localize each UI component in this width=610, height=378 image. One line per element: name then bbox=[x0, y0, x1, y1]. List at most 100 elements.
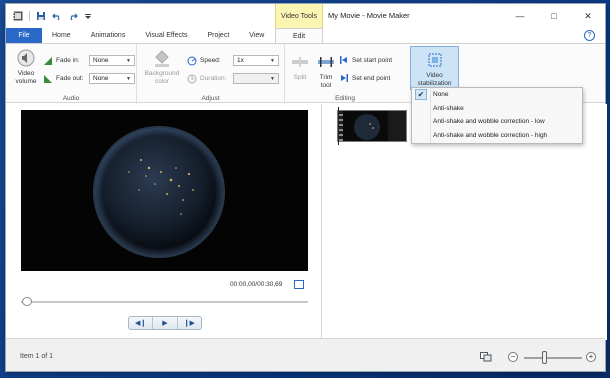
window-title: My Movie - Movie Maker bbox=[328, 11, 410, 20]
duration-row: Duration: ▼ bbox=[187, 73, 279, 84]
group-label-audio: Audio bbox=[62, 95, 80, 102]
set-start-point-label: Set start point bbox=[352, 56, 393, 64]
maximize-button[interactable]: □ bbox=[537, 4, 571, 28]
group-audio: Video volume Fade in: None ▼ Fade out: N… bbox=[6, 44, 137, 104]
fade-out-dropdown[interactable]: None ▼ bbox=[89, 73, 135, 84]
previous-frame-button[interactable]: ◀❙ bbox=[129, 317, 154, 329]
set-end-point-button[interactable]: Set end point bbox=[339, 73, 390, 83]
stabilization-menu: ✔ None Anti-shake Anti-shake and wobble … bbox=[411, 87, 583, 144]
speed-value: 1x bbox=[237, 57, 244, 64]
customize-qat-icon[interactable] bbox=[84, 11, 94, 21]
set-end-point-label: Set end point bbox=[352, 74, 391, 82]
title-bar: Video Tools My Movie - Movie Maker — □ ✕ bbox=[6, 4, 605, 28]
chevron-down-icon: ▼ bbox=[126, 75, 131, 82]
seek-bar[interactable] bbox=[21, 301, 308, 303]
tab-file[interactable]: File bbox=[6, 28, 42, 43]
playback-controls: ◀❙ ▶ ❙▶ bbox=[128, 316, 202, 330]
zoom-in-button[interactable]: + bbox=[586, 352, 596, 362]
duration-label: Duration: bbox=[200, 75, 227, 82]
clock-icon bbox=[187, 74, 197, 83]
group-label-adjust: Adjust bbox=[201, 95, 220, 102]
video-volume-button[interactable]: Video volume bbox=[12, 48, 40, 86]
speed-dropdown[interactable]: 1x ▼ bbox=[233, 55, 279, 66]
chevron-down-icon: ▼ bbox=[126, 57, 131, 64]
zoom-out-button[interactable]: − bbox=[508, 352, 518, 362]
menu-item-anti-shake-wobble-low[interactable]: Anti-shake and wobble correction - low bbox=[412, 115, 582, 129]
end-point-icon bbox=[341, 74, 348, 82]
split-button[interactable]: Split bbox=[287, 52, 313, 82]
checkmark-icon: ✔ bbox=[415, 89, 427, 100]
app-icon[interactable] bbox=[13, 11, 23, 21]
menu-item-label: None bbox=[433, 91, 449, 98]
video-clip-thumbnail[interactable] bbox=[337, 110, 407, 142]
popout-preview-icon[interactable] bbox=[294, 280, 304, 289]
fade-in-icon bbox=[44, 56, 52, 65]
start-point-icon bbox=[340, 56, 347, 64]
app-window: Video Tools My Movie - Movie Maker — □ ✕… bbox=[5, 3, 607, 372]
clip-thumbnail-image bbox=[343, 111, 406, 141]
chevron-down-icon: ▼ bbox=[270, 75, 275, 82]
playhead[interactable] bbox=[338, 107, 339, 145]
menu-item-none[interactable]: ✔ None bbox=[412, 88, 582, 102]
item-count: Item 1 of 1 bbox=[20, 353, 54, 360]
fade-out-icon bbox=[44, 74, 52, 83]
speaker-icon bbox=[17, 49, 35, 67]
speed-icon bbox=[187, 56, 197, 65]
help-icon[interactable]: ? bbox=[584, 30, 595, 41]
redo-icon[interactable] bbox=[68, 11, 78, 21]
fade-out-label: Fade out: bbox=[56, 75, 84, 82]
video-tools-context-header: Video Tools bbox=[275, 4, 323, 28]
save-icon[interactable] bbox=[36, 11, 46, 21]
status-bar: Item 1 of 1 − + bbox=[6, 338, 605, 371]
background-color-label: Background color bbox=[144, 70, 180, 85]
zoom-thumb[interactable] bbox=[542, 351, 547, 364]
undo-icon[interactable] bbox=[52, 11, 62, 21]
ribbon-tabs: File Home Animations Visual Effects Proj… bbox=[6, 28, 605, 44]
earth-at-night-image bbox=[21, 110, 308, 271]
paint-bucket-icon bbox=[155, 50, 169, 67]
quick-access-toolbar bbox=[13, 11, 94, 21]
split-label: Split bbox=[293, 74, 307, 81]
tab-animations[interactable]: Animations bbox=[81, 28, 136, 43]
stabilization-icon bbox=[428, 53, 441, 67]
chevron-down-icon: ▼ bbox=[270, 57, 275, 64]
menu-item-label: Anti-shake bbox=[433, 104, 464, 112]
tab-project[interactable]: Project bbox=[197, 28, 239, 43]
fade-out-row: Fade out: None ▼ bbox=[43, 73, 135, 84]
tab-view[interactable]: View bbox=[239, 28, 274, 43]
background-color-button[interactable]: Background color bbox=[141, 48, 183, 86]
menu-item-label: Anti-shake and wobble correction - high bbox=[433, 131, 548, 139]
trim-tool-label: Trim tool bbox=[319, 74, 333, 89]
group-adjust: Background color Speed: 1x ▼ Duration: ▼… bbox=[137, 44, 285, 104]
fade-in-row: Fade in: None ▼ bbox=[43, 55, 135, 66]
fade-out-value: None bbox=[93, 75, 109, 82]
zoom-slider[interactable] bbox=[524, 357, 582, 359]
fade-in-value: None bbox=[93, 57, 109, 64]
timecode: 00:00,00/00:30,69 bbox=[230, 281, 283, 288]
video-stabilization-button[interactable]: Video stabilization bbox=[410, 46, 459, 90]
fade-in-dropdown[interactable]: None ▼ bbox=[89, 55, 135, 66]
seek-thumb[interactable] bbox=[22, 297, 32, 306]
video-stabilization-label: Video stabilization bbox=[417, 72, 452, 87]
video-preview[interactable] bbox=[21, 110, 308, 271]
group-label-editing: Editing bbox=[335, 95, 355, 102]
menu-item-anti-shake[interactable]: Anti-shake bbox=[412, 102, 582, 116]
tab-home[interactable]: Home bbox=[42, 28, 81, 43]
video-stabilization-inner: Video stabilization bbox=[411, 50, 458, 88]
tab-visual-effects[interactable]: Visual Effects bbox=[135, 28, 197, 43]
menu-item-label: Anti-shake and wobble correction - low bbox=[433, 118, 545, 125]
menu-item-anti-shake-wobble-high[interactable]: Anti-shake and wobble correction - high bbox=[412, 129, 582, 143]
duration-dropdown[interactable]: ▼ bbox=[233, 73, 279, 84]
next-frame-button[interactable]: ❙▶ bbox=[178, 317, 201, 329]
split-icon bbox=[292, 57, 308, 67]
tab-edit[interactable]: Edit bbox=[275, 28, 323, 44]
minimize-button[interactable]: — bbox=[503, 4, 537, 28]
set-start-point-button[interactable]: Set start point bbox=[339, 55, 392, 65]
storyboard-view-icon[interactable] bbox=[480, 352, 492, 362]
speed-row: Speed: 1x ▼ bbox=[187, 55, 279, 66]
trim-tool-button[interactable]: Trim tool bbox=[315, 52, 337, 90]
trim-icon bbox=[318, 57, 334, 67]
fade-in-label: Fade in: bbox=[56, 57, 80, 64]
play-button[interactable]: ▶ bbox=[153, 317, 178, 329]
close-button[interactable]: ✕ bbox=[571, 4, 605, 28]
